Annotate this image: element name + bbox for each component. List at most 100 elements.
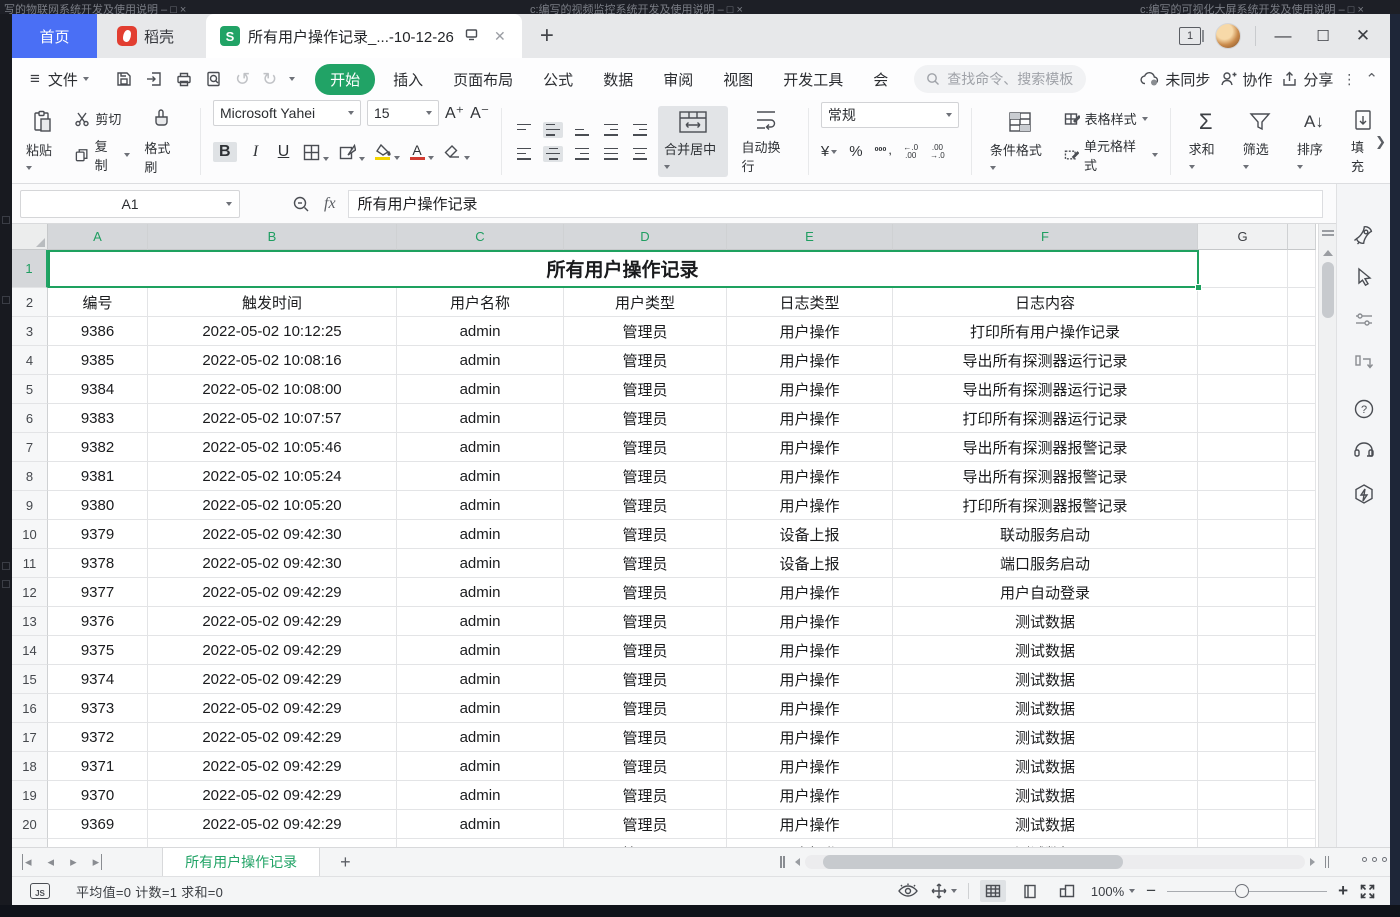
more-options-icon[interactable]: ⋮: [1342, 71, 1356, 88]
row-header-14[interactable]: 14: [12, 636, 48, 665]
cell[interactable]: 管理员: [564, 607, 727, 636]
formula-input[interactable]: 所有用户操作记录: [348, 190, 1323, 218]
cell[interactable]: 2022-05-02 09:42:29: [148, 752, 397, 781]
rocket-icon[interactable]: [1351, 222, 1377, 248]
cell[interactable]: 管理员: [564, 636, 727, 665]
font-color-button[interactable]: A: [410, 144, 434, 160]
cell[interactable]: 管理员: [564, 578, 727, 607]
cell[interactable]: 打印所有探测器报警记录: [893, 491, 1198, 520]
cell[interactable]: 测试数据: [893, 665, 1198, 694]
normal-view-button[interactable]: [980, 880, 1006, 902]
cell[interactable]: [1198, 520, 1288, 549]
thousand-separator-icon[interactable]: ⁰⁰⁰ ,: [875, 146, 892, 157]
cell[interactable]: 测试数据: [893, 839, 1198, 847]
cell[interactable]: 2022-05-02 10:05:46: [148, 433, 397, 462]
cell[interactable]: 2022-05-02 09:42:29: [148, 694, 397, 723]
bold-button[interactable]: B: [213, 142, 237, 162]
cell[interactable]: [1288, 317, 1316, 346]
settings-sliders-icon[interactable]: [1351, 307, 1377, 333]
scroll-right-icon[interactable]: [1310, 858, 1315, 866]
help-icon[interactable]: ?: [1351, 396, 1377, 422]
cell[interactable]: 9372: [48, 723, 148, 752]
cell[interactable]: [1198, 723, 1288, 752]
cell[interactable]: [1288, 723, 1316, 752]
decrease-decimal-icon[interactable]: .00→.0: [930, 144, 945, 160]
row-header-8[interactable]: 8: [12, 462, 48, 491]
align-left-icon[interactable]: [514, 146, 534, 162]
percent-icon[interactable]: %: [849, 143, 862, 160]
cell[interactable]: admin: [397, 462, 564, 491]
cell[interactable]: [1288, 549, 1316, 578]
cell[interactable]: 管理员: [564, 433, 727, 462]
cell[interactable]: [1288, 491, 1316, 520]
cell[interactable]: [1288, 288, 1316, 317]
cell[interactable]: 9383: [48, 404, 148, 433]
align-bottom-icon[interactable]: [572, 122, 592, 138]
cell[interactable]: 用户操作: [727, 346, 893, 375]
cell[interactable]: 管理员: [564, 781, 727, 810]
cell[interactable]: 2022-05-02 10:07:57: [148, 404, 397, 433]
quick-access-dropdown-icon[interactable]: [289, 77, 295, 81]
cell[interactable]: admin: [397, 752, 564, 781]
search-input[interactable]: 查找命令、搜索模板: [914, 65, 1086, 93]
row-header-13[interactable]: 13: [12, 607, 48, 636]
cell[interactable]: 用户操作: [727, 665, 893, 694]
cell[interactable]: 9373: [48, 694, 148, 723]
export-icon[interactable]: [145, 70, 163, 88]
cell[interactable]: admin: [397, 781, 564, 810]
cell[interactable]: admin: [397, 636, 564, 665]
fill-handle[interactable]: [1195, 284, 1202, 291]
cell[interactable]: 打印所有用户操作记录: [893, 317, 1198, 346]
row-header-7[interactable]: 7: [12, 433, 48, 462]
tab-close-icon[interactable]: ✕: [490, 28, 510, 45]
cell[interactable]: admin: [397, 839, 564, 847]
cell[interactable]: 管理员: [564, 810, 727, 839]
cell[interactable]: 日志内容: [893, 288, 1198, 317]
row-header-10[interactable]: 10: [12, 520, 48, 549]
increase-font-icon[interactable]: A⁺: [445, 103, 464, 123]
sum-button[interactable]: Σ 求和: [1183, 106, 1229, 177]
filter-button[interactable]: 筛选: [1237, 106, 1283, 177]
fx-icon[interactable]: fx: [324, 195, 336, 213]
cell[interactable]: [1198, 810, 1288, 839]
next-sheet-icon[interactable]: ▸: [70, 854, 77, 870]
macro-js-icon[interactable]: JS: [30, 883, 50, 899]
docer-tab[interactable]: 稻壳: [97, 14, 200, 58]
increase-decimal-icon[interactable]: ←.0.00: [903, 144, 918, 160]
cell[interactable]: 2022-05-02 09:42:29: [148, 781, 397, 810]
row-header-6[interactable]: 6: [12, 404, 48, 433]
cell[interactable]: 用户操作: [727, 607, 893, 636]
cell[interactable]: [1198, 433, 1288, 462]
cell[interactable]: [1198, 288, 1288, 317]
cell[interactable]: 9369: [48, 810, 148, 839]
pan-mode-button[interactable]: [930, 882, 957, 900]
increase-indent-icon[interactable]: [630, 122, 650, 138]
cell[interactable]: 用户操作: [727, 723, 893, 752]
cell[interactable]: 用户操作: [727, 781, 893, 810]
fullscreen-icon[interactable]: [1359, 883, 1376, 900]
cell[interactable]: 用户操作: [727, 694, 893, 723]
cell[interactable]: [1198, 491, 1288, 520]
font-size-select[interactable]: 15: [367, 100, 439, 126]
cell[interactable]: 9376: [48, 607, 148, 636]
cell[interactable]: admin: [397, 578, 564, 607]
row-header-4[interactable]: 4: [12, 346, 48, 375]
italic-button[interactable]: I: [247, 143, 265, 161]
cell[interactable]: [1198, 694, 1288, 723]
cell[interactable]: 用户操作: [727, 375, 893, 404]
cell[interactable]: 9380: [48, 491, 148, 520]
row-header-2[interactable]: 2: [12, 288, 48, 317]
cell[interactable]: [1198, 781, 1288, 810]
eraser-button[interactable]: [444, 145, 470, 160]
maximize-button[interactable]: ☐: [1310, 27, 1336, 45]
flow-swap-icon[interactable]: [1351, 350, 1377, 376]
cell[interactable]: 导出所有探测器运行记录: [893, 346, 1198, 375]
cell[interactable]: [1288, 462, 1316, 491]
column-header-E[interactable]: E: [727, 224, 893, 250]
cell[interactable]: 2022-05-02 09:42:30: [148, 520, 397, 549]
hscroll-right-split[interactable]: [1325, 856, 1327, 868]
vertical-scrollbar[interactable]: [1318, 224, 1336, 847]
align-center-icon[interactable]: [543, 146, 563, 162]
cell[interactable]: 管理员: [564, 723, 727, 752]
page-break-view-button[interactable]: [1054, 880, 1080, 902]
